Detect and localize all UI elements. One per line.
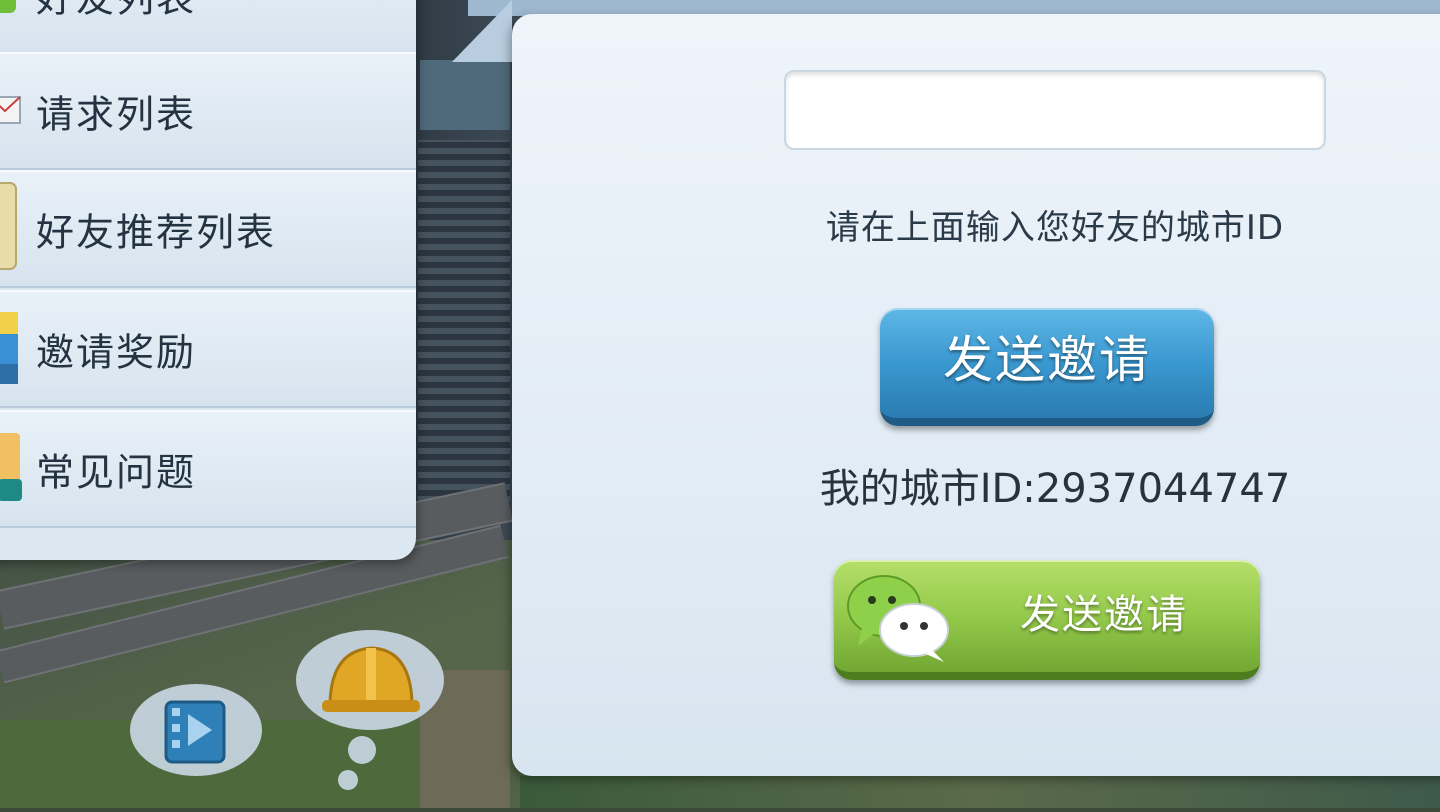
menu-item-friends-list[interactable]: 好友列表 [0, 0, 416, 54]
menu-item-recommended[interactable]: 好友推荐列表 [0, 170, 416, 288]
wechat-invite-label: 发送邀请 [1020, 592, 1188, 638]
ground-strip [520, 776, 1440, 808]
faq-icon [0, 427, 26, 511]
reward-icon [0, 302, 26, 396]
friends-icon [0, 0, 26, 27]
wechat-icon [844, 570, 954, 668]
wechat-invite-button[interactable]: 发送邀请 [834, 560, 1260, 680]
menu-item-invite-reward[interactable]: 邀请奖励 [0, 290, 416, 408]
menu-label: 邀请奖励 [36, 330, 197, 375]
my-city-id: 我的城市ID:2937044747 [819, 466, 1291, 512]
menu-label: 好友列表 [36, 0, 196, 23]
recommend-icon [0, 179, 26, 279]
friends-menu: 好友列表 请求列表 好友推荐列表 邀请奖励 常见问题 [0, 0, 416, 560]
menu-label: 好友推荐列表 [36, 210, 277, 255]
city-id-hint: 请在上面输入您好友的城市ID [825, 208, 1285, 248]
build-button[interactable] [296, 628, 446, 812]
building-windows [418, 140, 510, 520]
send-invite-button[interactable]: 发送邀请 [880, 308, 1214, 426]
video-button[interactable] [128, 678, 268, 788]
city-id-input[interactable] [784, 70, 1326, 150]
video-film-icon [164, 700, 226, 764]
menu-label: 请求列表 [36, 92, 197, 137]
menu-label: 常见问题 [36, 450, 197, 495]
building-roof [420, 60, 510, 130]
panel-pointer [452, 0, 512, 62]
menu-item-requests[interactable]: 请求列表 [0, 52, 416, 170]
mail-icon [0, 79, 26, 143]
menu-item-faq[interactable]: 常见问题 [0, 410, 416, 528]
